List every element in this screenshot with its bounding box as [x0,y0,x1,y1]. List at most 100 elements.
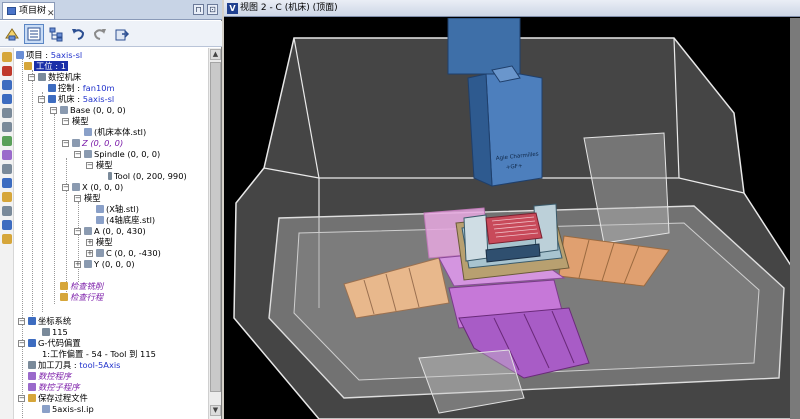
tree-item-check-travel[interactable]: 检查行程 [60,292,103,303]
expand-toggle[interactable]: − [62,184,69,191]
tree-item-z-axis[interactable]: Z (0, 0, 0) [72,138,123,149]
tree-item-setup[interactable]: 工位 : 1 [24,61,68,72]
tree-item-spindle[interactable]: Spindle (0, 0, 0) [84,149,160,160]
expand-toggle[interactable]: − [28,74,35,81]
component-icon [60,106,68,114]
viewport-scrollbar[interactable] [790,18,800,419]
tree-item-x-file[interactable]: (X轴.stl) [96,204,139,215]
report-icon[interactable] [2,206,12,216]
tree-item-project[interactable]: 项目 : 5axis-sl [16,50,82,61]
scroll-thumb[interactable] [210,62,221,392]
tree-item-machine[interactable]: 机床 : 5axis-sl [48,94,114,105]
move-tool-button[interactable] [2,24,22,44]
settings-icon[interactable] [2,178,12,188]
linear-axis-icon [72,183,80,191]
folder-icon[interactable] [2,234,12,244]
expand-toggle[interactable]: − [74,195,81,202]
fixture-icon[interactable] [2,94,12,104]
tree-item-save-file[interactable]: 5axis-sl.ip [42,404,94,415]
tab-close-icon[interactable]: ✕ [47,6,55,22]
list-view-button[interactable] [24,24,44,44]
toolpath-icon[interactable] [2,136,12,146]
tree-item-model[interactable]: 模型 [96,160,113,171]
tree-view-button[interactable] [46,24,66,44]
float-panel-button[interactable]: ⊡ [207,4,218,15]
tree-icon [7,7,16,15]
tree-item-x-axis[interactable]: X (0, 0, 0) [72,182,123,193]
export-button[interactable] [112,24,132,44]
tree-item-model[interactable]: 模型 [84,193,101,204]
tree-item-model[interactable]: 模型 [72,116,89,127]
tree-item-cnc[interactable]: 数控机床 [38,72,81,83]
tree-item-tool[interactable]: Tool (0, 200, 990) [108,171,187,182]
stl-file-icon [96,205,104,213]
tree-item-check-mill[interactable]: 检查铣削 [60,281,103,292]
scroll-up-icon[interactable]: ▲ [210,49,221,60]
expand-toggle[interactable]: − [62,118,69,125]
tree-scrollbar[interactable]: ▲ ▼ [208,48,221,419]
cutter-icon[interactable] [2,122,12,132]
expand-toggle[interactable]: − [38,96,45,103]
expand-toggle[interactable]: − [74,228,81,235]
3d-viewport[interactable]: V 视图 2 - C (机床) (顶面) Agie Charmilles +GF… [224,0,800,419]
tree-item-model-file[interactable]: (机床本体.stl) [84,127,146,138]
pin-panel-button[interactable]: ⊓ [193,4,204,15]
tree-item-y-axis[interactable]: Y (0, 0, 0) [84,259,135,270]
list-view-icon [27,27,41,41]
tree-item-axis4-file[interactable]: (4轴底座.stl) [96,215,155,226]
save-file-icon [28,394,36,402]
setup-icon [24,62,32,70]
tree-item-work-offset[interactable]: 1:工作偏置 - 54 - Tool 到 115 [42,349,156,360]
expand-toggle[interactable]: − [74,151,81,158]
undo-button[interactable] [68,24,88,44]
expand-toggle[interactable]: − [62,140,69,147]
expand-toggle[interactable]: − [18,395,25,402]
workpiece-icon[interactable] [2,80,12,90]
expand-toggle[interactable]: − [18,318,25,325]
expand-toggle[interactable]: − [50,107,57,114]
tree-item-tooling[interactable]: 加工刀具 : tool-5Axis [28,360,120,371]
machine-icon[interactable] [2,52,12,62]
machine-scene[interactable]: Agie Charmilles +GF+ [224,18,800,419]
tool-icon [108,172,112,180]
tree-item-nc-sub-program[interactable]: 数控子程序 [28,382,80,393]
expand-toggle[interactable]: − [86,162,93,169]
project-icon [16,51,24,59]
expand-toggle[interactable]: + [74,261,81,268]
tab-label: 项目树 [19,6,47,16]
tree-item-c-axis[interactable]: C (0, 0, -430) [96,248,161,259]
tab-project-tree[interactable]: 项目树 ✕ [2,2,56,22]
redo-button[interactable] [90,24,110,44]
tree-item-nc-program[interactable]: 数控程序 [28,371,71,382]
tree-connector [66,158,67,298]
stop-icon[interactable] [2,66,12,76]
axis-icon[interactable] [2,108,12,118]
compare-icon[interactable] [2,220,12,230]
expand-toggle[interactable]: + [86,250,93,257]
tree-connector [22,58,23,418]
nc-sub-program-icon [28,383,36,391]
tree-item-coord-system[interactable]: 坐标系统 [28,316,71,327]
check-icon [60,282,68,290]
rotary-axis-icon [96,249,104,257]
expand-toggle[interactable]: − [18,340,25,347]
tree-item-a-axis[interactable]: A (0, 0, 430) [84,226,146,237]
program-icon[interactable] [2,150,12,160]
tree-item-control[interactable]: 控制 : fan10m [48,83,115,94]
save-icon[interactable] [2,192,12,202]
expand-toggle[interactable]: + [86,239,93,246]
redo-icon [93,29,106,40]
side-icon-strip [0,48,14,419]
tree-item-coord-value[interactable]: 115 [42,327,68,338]
tree-item-save-process[interactable]: 保存过程文件 [28,393,88,404]
export-icon [115,29,130,41]
tree-item-model[interactable]: 模型 [96,237,113,248]
viewport-title-bar: V 视图 2 - C (机床) (顶面) [224,0,800,17]
tooling-icon [28,361,36,369]
app-window: 项目树 ✕ ⊓ ⊡ 项目: 5axis-sl 工位: 1 − 数控机床 控制… [0,0,800,419]
tree-item-gcode-offset[interactable]: G-代码偏置 [28,338,81,349]
sub-program-icon[interactable] [2,164,12,174]
tree-item-base[interactable]: Base (0, 0, 0) [60,105,126,116]
scroll-down-icon[interactable]: ▼ [210,405,221,416]
linear-axis-icon [84,260,92,268]
